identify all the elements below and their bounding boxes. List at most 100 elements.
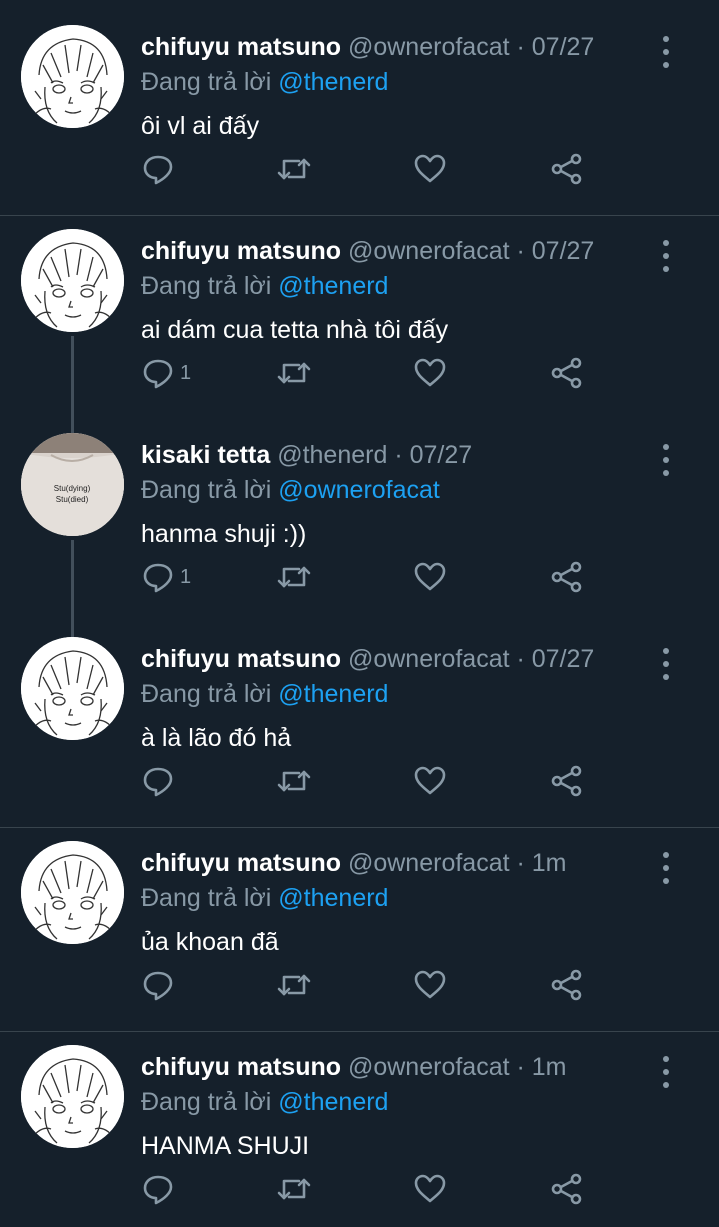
retweet-icon — [277, 974, 311, 996]
tweet-time: · 1m — [516, 849, 567, 877]
like-button[interactable] — [412, 967, 448, 1003]
tweet-time: · 1m — [516, 1053, 567, 1081]
retweet-icon — [277, 362, 311, 384]
replying-label: Đang trả lời — [141, 1088, 272, 1116]
tweet-header: chifuyu matsuno @ownerofacat · 07/27 — [141, 644, 594, 674]
tweet-text: hanma shuji :)) — [141, 520, 307, 548]
tweet-header: chifuyu matsuno @ownerofacat · 07/27 — [141, 32, 594, 62]
retweet-button[interactable] — [275, 967, 313, 1003]
tweet-text: HANMA SHUJI — [141, 1132, 310, 1160]
like-button[interactable] — [412, 151, 448, 187]
like-icon — [414, 1174, 446, 1203]
retweet-button[interactable] — [275, 559, 313, 595]
author-handle[interactable]: @thenerd — [277, 441, 387, 469]
more-vertical-icon[interactable] — [656, 646, 676, 682]
author-handle[interactable]: @ownerofacat — [348, 849, 510, 877]
avatar[interactable] — [21, 637, 124, 740]
reply-button[interactable] — [140, 763, 180, 799]
like-icon — [414, 154, 446, 183]
mention-link[interactable]: @thenerd — [278, 68, 388, 96]
tweet-time: · 07/27 — [516, 33, 595, 61]
reply-icon — [143, 359, 173, 389]
retweet-icon — [277, 158, 311, 180]
reply-icon — [143, 563, 173, 593]
reply-button[interactable]: 1 — [140, 355, 191, 391]
like-button[interactable] — [412, 1171, 448, 1207]
tweet[interactable]: chifuyu matsuno @ownerofacat · 1m Đang t… — [0, 1020, 719, 1227]
tweet-time: · 07/27 — [516, 645, 595, 673]
like-icon — [414, 766, 446, 795]
author-handle[interactable]: @ownerofacat — [348, 645, 510, 673]
mention-link[interactable]: @thenerd — [278, 1088, 388, 1116]
more-vertical-icon[interactable] — [656, 238, 676, 274]
author-handle[interactable]: @ownerofacat — [348, 237, 510, 265]
mention-link[interactable]: @thenerd — [278, 680, 388, 708]
like-icon — [414, 562, 446, 591]
share-icon — [551, 561, 582, 593]
shirt-avatar-photo: Stu(dying) Stu(died) — [21, 433, 124, 536]
tweet-text: ôi vl ai đấy — [141, 112, 260, 140]
like-button[interactable] — [412, 355, 448, 391]
tweet[interactable]: chifuyu matsuno @ownerofacat · 07/27 Đan… — [0, 612, 719, 827]
reply-icon — [143, 971, 173, 1001]
mention-link[interactable]: @ownerofacat — [278, 476, 440, 504]
reply-icon — [143, 767, 173, 797]
retweet-icon — [277, 770, 311, 792]
replying-to: Đang trả lời @thenerd — [141, 679, 388, 709]
avatar[interactable]: Stu(dying) Stu(died) — [21, 433, 124, 536]
avatar[interactable] — [21, 841, 124, 944]
manga-avatar-drawing — [21, 637, 124, 740]
shirt-text-line: Stu(dying) — [54, 484, 91, 493]
mention-link[interactable]: @thenerd — [278, 884, 388, 912]
more-vertical-icon[interactable] — [656, 850, 676, 886]
replying-to: Đang trả lời @thenerd — [141, 1087, 388, 1117]
reply-button[interactable] — [140, 151, 180, 187]
reply-button[interactable] — [140, 1171, 180, 1207]
author-handle[interactable]: @ownerofacat — [348, 1053, 510, 1081]
share-button[interactable] — [549, 151, 585, 187]
author-name[interactable]: chifuyu matsuno — [141, 1053, 341, 1081]
reply-button[interactable]: 1 — [140, 559, 191, 595]
like-button[interactable] — [412, 559, 448, 595]
retweet-icon — [277, 1178, 311, 1200]
avatar[interactable] — [21, 1045, 124, 1148]
retweet-button[interactable] — [275, 355, 313, 391]
tweet[interactable]: chifuyu matsuno @ownerofacat · 07/27 Đan… — [0, 0, 719, 215]
author-name[interactable]: chifuyu matsuno — [141, 645, 341, 673]
share-button[interactable] — [549, 559, 585, 595]
author-name[interactable]: kisaki tetta — [141, 441, 270, 469]
tweet-text: ủa khoan đã — [141, 928, 279, 956]
tweet[interactable]: chifuyu matsuno @ownerofacat · 07/27 Đan… — [0, 204, 719, 408]
retweet-button[interactable] — [275, 151, 313, 187]
reply-icon — [143, 1175, 173, 1205]
author-name[interactable]: chifuyu matsuno — [141, 33, 341, 61]
more-vertical-icon[interactable] — [656, 442, 676, 478]
like-icon — [414, 358, 446, 387]
retweet-icon — [277, 566, 311, 588]
tweet[interactable]: Stu(dying) Stu(died) kisaki tetta @thene… — [0, 408, 719, 612]
retweet-button[interactable] — [275, 1171, 313, 1207]
manga-avatar-drawing — [21, 25, 124, 128]
share-button[interactable] — [549, 763, 585, 799]
avatar[interactable] — [21, 25, 124, 128]
manga-avatar-drawing — [21, 229, 124, 332]
tweet-header: chifuyu matsuno @ownerofacat · 07/27 — [141, 236, 594, 266]
reply-button[interactable] — [140, 967, 180, 1003]
replying-label: Đang trả lời — [141, 68, 272, 96]
reply-icon — [143, 155, 173, 185]
more-vertical-icon[interactable] — [656, 34, 676, 70]
tweet-text: à là lão đó hả — [141, 724, 292, 752]
mention-link[interactable]: @thenerd — [278, 272, 388, 300]
author-name[interactable]: chifuyu matsuno — [141, 849, 341, 877]
tweet[interactable]: chifuyu matsuno @ownerofacat · 1m Đang t… — [0, 816, 719, 1031]
author-name[interactable]: chifuyu matsuno — [141, 237, 341, 265]
tweet-time: · 07/27 — [516, 237, 595, 265]
like-button[interactable] — [412, 763, 448, 799]
share-button[interactable] — [549, 1171, 585, 1207]
more-vertical-icon[interactable] — [656, 1054, 676, 1090]
retweet-button[interactable] — [275, 763, 313, 799]
share-button[interactable] — [549, 967, 585, 1003]
author-handle[interactable]: @ownerofacat — [348, 33, 510, 61]
share-button[interactable] — [549, 355, 585, 391]
avatar[interactable] — [21, 229, 124, 332]
